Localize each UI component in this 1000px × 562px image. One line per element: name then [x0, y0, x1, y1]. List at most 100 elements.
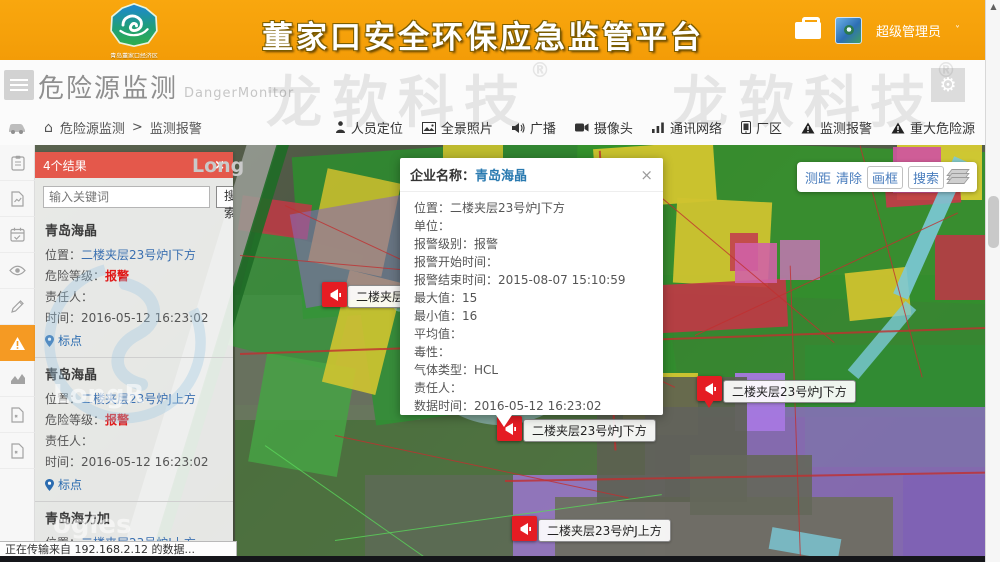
home-icon[interactable]: ⌂	[44, 120, 53, 136]
breadcrumb-current: 监测报警	[150, 118, 202, 137]
sidebar-item-report[interactable]	[0, 181, 35, 217]
sidebar-item-alarm-active[interactable]	[0, 325, 35, 361]
popup-row: 最小值：16	[414, 307, 653, 325]
app-title: 董家口安全环保应急监管平台	[262, 12, 704, 57]
menu-toggle-icon[interactable]	[4, 70, 34, 100]
sidebar-item-edit[interactable]	[0, 289, 35, 325]
popup-title-value: 青岛海晶	[475, 165, 527, 184]
page-title: 危险源监测DangerMonitor	[38, 68, 294, 105]
vehicle-icon	[8, 122, 26, 134]
popup-row: 报警开始时间：	[414, 253, 653, 271]
warning-icon	[801, 122, 815, 134]
mark-point-link[interactable]: 标点	[45, 332, 223, 349]
tablet-icon	[741, 121, 751, 134]
alarm-marker-1[interactable]	[322, 282, 347, 307]
keyword-input[interactable]	[43, 186, 210, 208]
alarm-marker-4[interactable]	[512, 516, 537, 541]
map-region	[903, 475, 985, 556]
alarm-speaker-icon	[702, 381, 718, 397]
user-name[interactable]: 超级管理员	[876, 21, 941, 40]
breadcrumb-root[interactable]: 危险源监测	[60, 118, 125, 137]
map-region	[935, 235, 985, 300]
scroll-up-icon[interactable]: ▲	[986, 0, 1000, 14]
map-region	[780, 240, 820, 280]
draw-box-button[interactable]: 画框	[867, 166, 903, 189]
panel-close-icon[interactable]: ×	[214, 158, 225, 173]
search-button[interactable]: 搜索	[216, 186, 233, 208]
briefcase-icon[interactable]	[795, 22, 821, 39]
nav-item-personnel[interactable]: 人员定位	[335, 118, 403, 137]
top-nav: 人员定位 全景照片 广播 摄像头 通讯网络 厂区 监测报警 重大	[335, 118, 975, 137]
gear-icon[interactable]: ⚙	[931, 68, 965, 102]
popup-row: 最大值：15	[414, 289, 653, 307]
pen-icon	[10, 299, 25, 314]
map-pin-icon	[45, 479, 54, 491]
sidebar-item-calendar[interactable]	[0, 217, 35, 253]
sidebar-item-doc-1[interactable]	[0, 397, 35, 433]
nav-item-panorama[interactable]: 全景照片	[422, 118, 493, 137]
popup-body: 位置：二楼夹层23号炉J下方 单位： 报警级别：报警 报警开始时间： 报警结束时…	[400, 192, 663, 415]
popup-row: 气体类型：HCL	[414, 361, 653, 379]
enterprise-name: 青岛海力加	[45, 508, 223, 527]
speaker-icon	[512, 122, 525, 134]
nav-item-broadcast[interactable]: 广播	[512, 118, 556, 137]
results-panel-header: 4个结果 ×	[35, 152, 233, 178]
popup-row: 报警结束时间：2015-08-07 15:10:59	[414, 271, 653, 289]
breadcrumb: ⌂ 危险源监测 > 监测报警	[44, 118, 202, 137]
clear-button[interactable]: 清除	[836, 168, 862, 187]
alarm-marker-3[interactable]	[697, 376, 722, 401]
alarm-speaker-icon	[517, 521, 533, 537]
scrollbar-thumb[interactable]	[988, 196, 999, 248]
result-item[interactable]: 青岛海晶 位置：二楼夹层23号炉J上方 危险等级：报警 责任人： 时间：2016…	[35, 357, 233, 501]
sidebar-item-watch[interactable]	[0, 253, 35, 289]
map-pin-icon	[45, 335, 54, 347]
map-search-button[interactable]: 搜索	[908, 166, 944, 189]
results-panel: 4个结果 × 搜索 青岛海晶 位置：二楼夹层23号炉J下方 危险等级：报警 责任…	[35, 152, 233, 556]
sidebar-item-clipboard[interactable]	[0, 145, 35, 181]
person-icon	[335, 121, 346, 134]
measure-button[interactable]: 测距	[805, 168, 831, 187]
logo-caption: 青岛董家口经济区	[102, 52, 167, 61]
page-scrollbar[interactable]: ▲	[985, 0, 1000, 562]
popup-row: 责任人：	[414, 379, 653, 397]
mark-point-link[interactable]: 标点	[45, 476, 223, 493]
window-bottom-edge	[0, 556, 1000, 562]
page: 龙软科技® 龙软科技® Long LongR ogies 青岛董家口经济区 董家…	[0, 0, 1000, 562]
map-region	[690, 455, 812, 515]
nav-item-major-hazard[interactable]: 重大危险源	[891, 118, 975, 137]
result-item[interactable]: 青岛海晶 位置：二楼夹层23号炉J下方 危险等级：报警 责任人： 时间：2016…	[35, 214, 233, 357]
popup-row: 毒性：	[414, 343, 653, 361]
map-toolbar: 测距 清除 画框 搜索	[797, 162, 977, 192]
marker-label-2: 二楼夹层23号炉J下方	[523, 419, 656, 442]
nav-item-network[interactable]: 通讯网络	[652, 118, 722, 137]
left-sidebar	[0, 145, 35, 556]
popup-close-icon[interactable]: ×	[640, 166, 653, 184]
nav-item-camera[interactable]: 摄像头	[575, 118, 633, 137]
results-count: 4个结果	[43, 157, 87, 174]
photo-icon	[422, 122, 436, 134]
search-row: 搜索	[35, 178, 233, 214]
area-chart-icon	[10, 372, 26, 385]
layers-icon[interactable]	[949, 169, 969, 185]
popup-row: 位置：二楼夹层23号炉J下方	[414, 199, 653, 217]
warning-icon	[891, 122, 905, 134]
chevron-down-icon[interactable]: ˅	[955, 25, 960, 36]
warning-icon	[9, 336, 26, 351]
avatar[interactable]	[835, 17, 862, 44]
logo-cloud-icon	[108, 3, 160, 47]
breadcrumb-nav-row: ⌂ 危险源监测 > 监测报警 人员定位 全景照片 广播 摄像头 通讯网络	[0, 110, 985, 145]
popup-row: 平均值：	[414, 325, 653, 343]
signal-icon	[652, 122, 665, 133]
sidebar-item-chart[interactable]	[0, 361, 35, 397]
enterprise-name: 青岛海晶	[45, 220, 223, 239]
popup-row: 数据时间：2016-05-12 16:23:02	[414, 397, 653, 415]
alarm-speaker-icon	[327, 287, 343, 303]
enterprise-popup: 企业名称： 青岛海晶 × 位置：二楼夹层23号炉J下方 单位： 报警级别：报警 …	[400, 158, 663, 415]
marker-label-4: 二楼夹层23号炉J上方	[538, 519, 671, 542]
nav-item-factory[interactable]: 厂区	[741, 118, 782, 137]
nav-item-monitor-alarm[interactable]: 监测报警	[801, 118, 872, 137]
camera-icon	[575, 122, 589, 133]
alarm-badge: 报警	[105, 413, 129, 427]
sidebar-item-doc-2[interactable]	[0, 433, 35, 469]
app-header: 青岛董家口经济区 董家口安全环保应急监管平台 超级管理员 ˅	[0, 0, 985, 60]
